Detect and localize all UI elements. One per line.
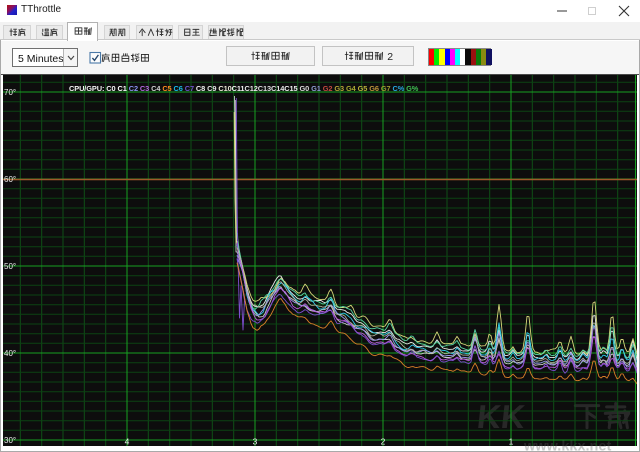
svg-text:3: 3 [253,437,258,447]
svg-text:40°: 40° [4,349,16,358]
svg-text:1: 1 [509,437,514,447]
svg-text:2: 2 [381,437,386,447]
svg-text:30°: 30° [4,436,16,445]
svg-text:50°: 50° [4,262,16,271]
svg-text:2: 2 [387,51,393,63]
svg-text:60°: 60° [4,175,16,184]
svg-text:www.kkx.net: www.kkx.net [523,446,611,452]
svg-text:CPU/GPU: C0 C1 C2 C3 C4 C5 C6: CPU/GPU: C0 C1 C2 C3 C4 C5 C6 C7 C8 C9 C… [69,84,419,93]
svg-text:70°: 70° [4,88,16,97]
svg-text:4: 4 [125,437,130,447]
